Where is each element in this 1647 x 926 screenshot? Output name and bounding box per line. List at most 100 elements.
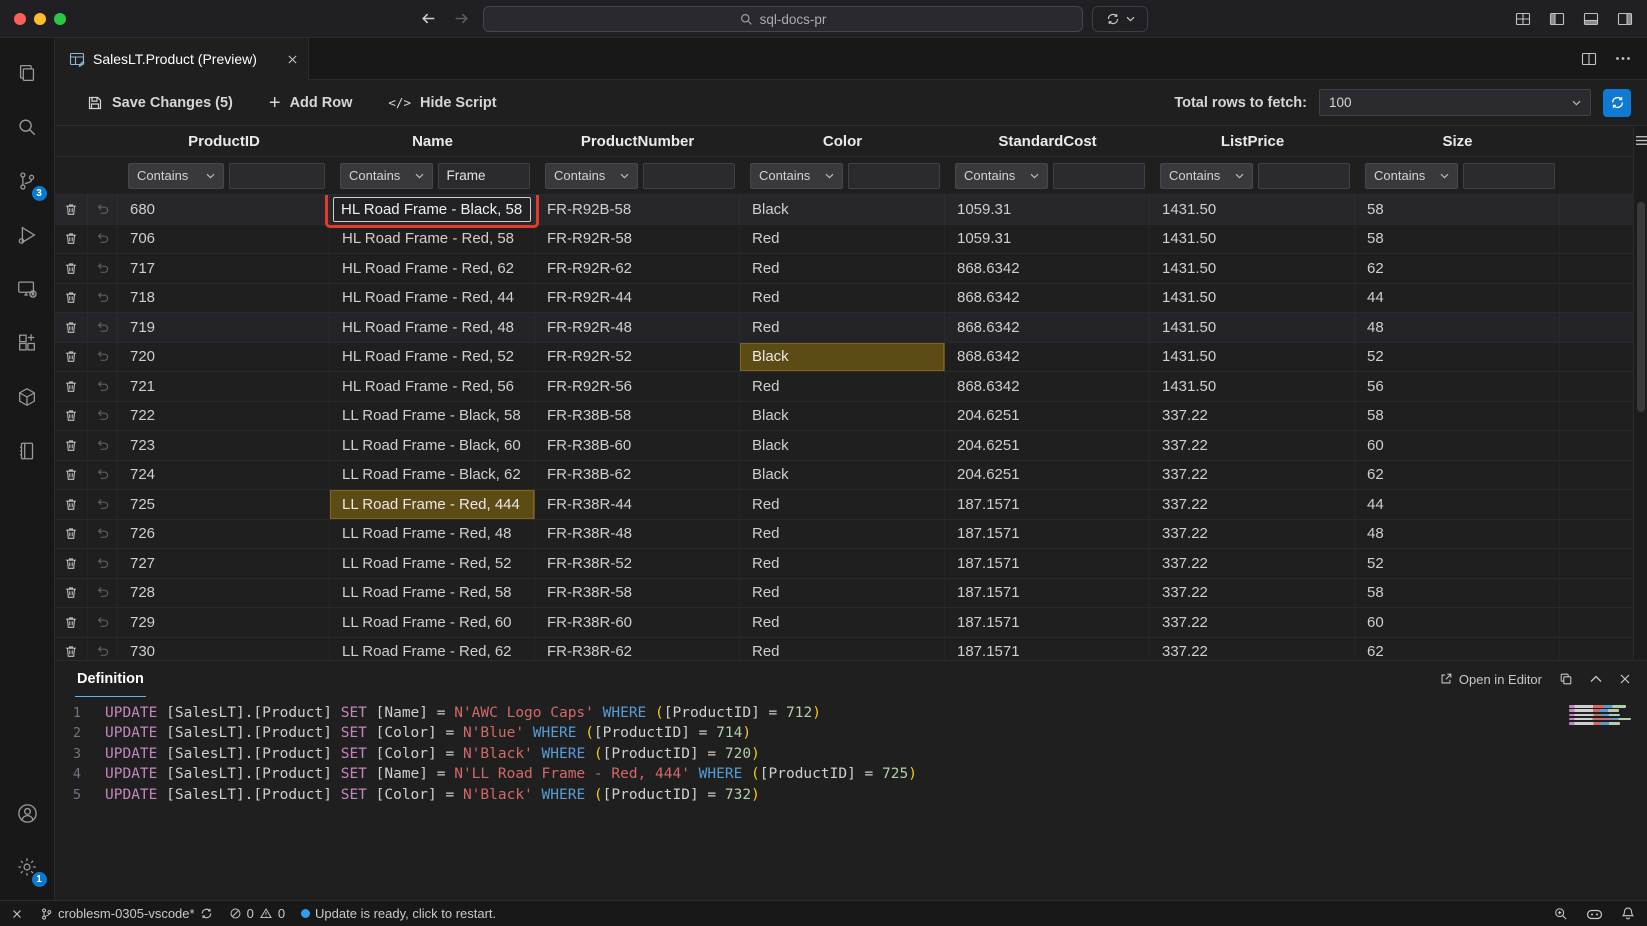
cell-listprice[interactable]: 337.22	[1150, 490, 1355, 519]
database-project-icon[interactable]	[0, 370, 55, 424]
settings-gear-icon[interactable]: 1	[0, 840, 55, 894]
cell-listprice[interactable]: 1431.50	[1150, 225, 1355, 254]
delete-row-icon[interactable]	[55, 549, 88, 578]
cell-name[interactable]: HL Road Frame - Red, 62	[330, 254, 535, 283]
delete-row-icon[interactable]	[55, 343, 88, 372]
sql-code-editor[interactable]: 1UPDATE [SalesLT].[Product] SET [Name] =…	[55, 697, 1647, 900]
cell-size[interactable]: 44	[1355, 284, 1560, 313]
cell-size[interactable]: 60	[1355, 608, 1560, 637]
delete-row-icon[interactable]	[55, 254, 88, 283]
cell-color[interactable]: Red	[740, 549, 945, 578]
close-tab-icon[interactable]	[287, 54, 298, 65]
zoom-window-button[interactable]	[54, 13, 66, 25]
filter-operator-dropdown-standardcost[interactable]: Contains	[955, 163, 1048, 189]
cell-size[interactable]: 62	[1355, 638, 1560, 661]
sync-dropdown-button[interactable]	[1092, 6, 1148, 32]
more-actions-icon[interactable]	[1615, 56, 1631, 61]
undo-row-icon[interactable]	[88, 431, 118, 460]
open-in-editor-button[interactable]: Open in Editor	[1439, 672, 1542, 687]
save-changes-button[interactable]: Save Changes (5)	[87, 95, 233, 111]
cell-listprice[interactable]: 337.22	[1150, 461, 1355, 490]
cell-listprice[interactable]: 1431.50	[1150, 372, 1355, 401]
undo-row-icon[interactable]	[88, 549, 118, 578]
customize-layout-icon[interactable]	[1515, 11, 1531, 27]
explorer-icon[interactable]	[0, 46, 55, 100]
cell-size[interactable]: 56	[1355, 372, 1560, 401]
cell-productid[interactable]: 725	[118, 490, 330, 519]
back-arrow-icon[interactable]	[420, 10, 437, 27]
forward-arrow-icon[interactable]	[453, 10, 470, 27]
cell-standardcost[interactable]: 187.1571	[945, 638, 1150, 661]
notifications-bell-icon[interactable]	[1621, 906, 1635, 921]
undo-row-icon[interactable]	[88, 254, 118, 283]
cell-productnumber[interactable]: FR-R92R-62	[535, 254, 740, 283]
cell-standardcost[interactable]: 868.6342	[945, 313, 1150, 342]
cell-listprice[interactable]: 1431.50	[1150, 284, 1355, 313]
column-header-listprice[interactable]: ListPrice	[1150, 126, 1355, 156]
account-icon[interactable]	[0, 786, 55, 840]
cell-productid[interactable]: 721	[118, 372, 330, 401]
table-row-725[interactable]: 725LL Road Frame - Red, 444FR-R38R-44Red…	[55, 490, 1647, 520]
cell-standardcost[interactable]: 204.6251	[945, 431, 1150, 460]
cell-listprice[interactable]: 337.22	[1150, 579, 1355, 608]
undo-row-icon[interactable]	[88, 608, 118, 637]
table-row-724[interactable]: 724LL Road Frame - Black, 62FR-R38B-62Bl…	[55, 461, 1647, 491]
cell-productnumber[interactable]: FR-R38R-60	[535, 608, 740, 637]
cell-color[interactable]: Red	[740, 608, 945, 637]
cell-productnumber[interactable]: FR-R38R-44	[535, 490, 740, 519]
cell-productnumber[interactable]: FR-R38B-62	[535, 461, 740, 490]
cell-productnumber[interactable]: FR-R92B-58	[535, 195, 740, 224]
cell-productnumber[interactable]: FR-R92R-44	[535, 284, 740, 313]
undo-row-icon[interactable]	[88, 343, 118, 372]
cell-standardcost[interactable]: 868.6342	[945, 343, 1150, 372]
filter-input-name[interactable]: Frame	[438, 163, 531, 189]
tab-saleslt-product[interactable]: SalesLT.Product (Preview)	[55, 38, 309, 80]
total-rows-combobox[interactable]: 100	[1319, 89, 1591, 116]
cell-color[interactable]: Black	[740, 431, 945, 460]
cell-name[interactable]: HL Road Frame - Red, 48	[330, 313, 535, 342]
notebook-icon[interactable]	[0, 424, 55, 478]
cell-productid[interactable]: 718	[118, 284, 330, 313]
cell-color[interactable]: Red	[740, 313, 945, 342]
filter-operator-dropdown-productnumber[interactable]: Contains	[545, 163, 638, 189]
filter-operator-dropdown-productid[interactable]: Contains	[128, 163, 224, 189]
server-disconnected-icon[interactable]	[0, 262, 55, 316]
filter-input-productid[interactable]	[229, 163, 325, 189]
table-row-729[interactable]: 729LL Road Frame - Red, 60FR-R38R-60Red1…	[55, 608, 1647, 638]
cell-productid[interactable]: 728	[118, 579, 330, 608]
cell-color[interactable]: Black	[740, 461, 945, 490]
cell-size[interactable]: 62	[1355, 461, 1560, 490]
toggle-sidebar-right-icon[interactable]	[1617, 11, 1633, 27]
cell-productnumber[interactable]: FR-R38R-48	[535, 520, 740, 549]
cell-standardcost[interactable]: 204.6251	[945, 461, 1150, 490]
cell-name[interactable]: LL Road Frame - Black, 60	[330, 431, 535, 460]
tab-definition[interactable]: Definition	[75, 661, 146, 697]
cell-name[interactable]: HL Road Frame - Red, 58	[330, 225, 535, 254]
cell-name[interactable]: LL Road Frame - Red, 48	[330, 520, 535, 549]
add-row-button[interactable]: + Add Row	[269, 95, 353, 111]
table-row-727[interactable]: 727LL Road Frame - Red, 52FR-R38R-52Red1…	[55, 549, 1647, 579]
cell-productid[interactable]: 717	[118, 254, 330, 283]
cell-productnumber[interactable]: FR-R92R-58	[535, 225, 740, 254]
filter-input-size[interactable]	[1463, 163, 1556, 189]
undo-row-icon[interactable]	[88, 284, 118, 313]
cell-productid[interactable]: 706	[118, 225, 330, 254]
cell-productnumber[interactable]: FR-R92R-52	[535, 343, 740, 372]
undo-row-icon[interactable]	[88, 490, 118, 519]
undo-row-icon[interactable]	[88, 195, 118, 224]
cell-productnumber[interactable]: FR-R92R-48	[535, 313, 740, 342]
filter-operator-dropdown-color[interactable]: Contains	[750, 163, 843, 189]
extensions-icon[interactable]	[0, 316, 55, 370]
copy-icon[interactable]	[1559, 672, 1573, 686]
delete-row-icon[interactable]	[55, 372, 88, 401]
cell-listprice[interactable]: 1431.50	[1150, 254, 1355, 283]
cell-size[interactable]: 44	[1355, 490, 1560, 519]
cell-productid[interactable]: 726	[118, 520, 330, 549]
cell-listprice[interactable]: 1431.50	[1150, 313, 1355, 342]
delete-row-icon[interactable]	[55, 461, 88, 490]
cell-productnumber[interactable]: FR-R38R-62	[535, 638, 740, 661]
cell-name-editing[interactable]: HL Road Frame - Black, 58	[330, 195, 535, 224]
table-row-722[interactable]: 722LL Road Frame - Black, 58FR-R38B-58Bl…	[55, 402, 1647, 432]
cell-name[interactable]: HL Road Frame - Red, 44	[330, 284, 535, 313]
delete-row-icon[interactable]	[55, 490, 88, 519]
